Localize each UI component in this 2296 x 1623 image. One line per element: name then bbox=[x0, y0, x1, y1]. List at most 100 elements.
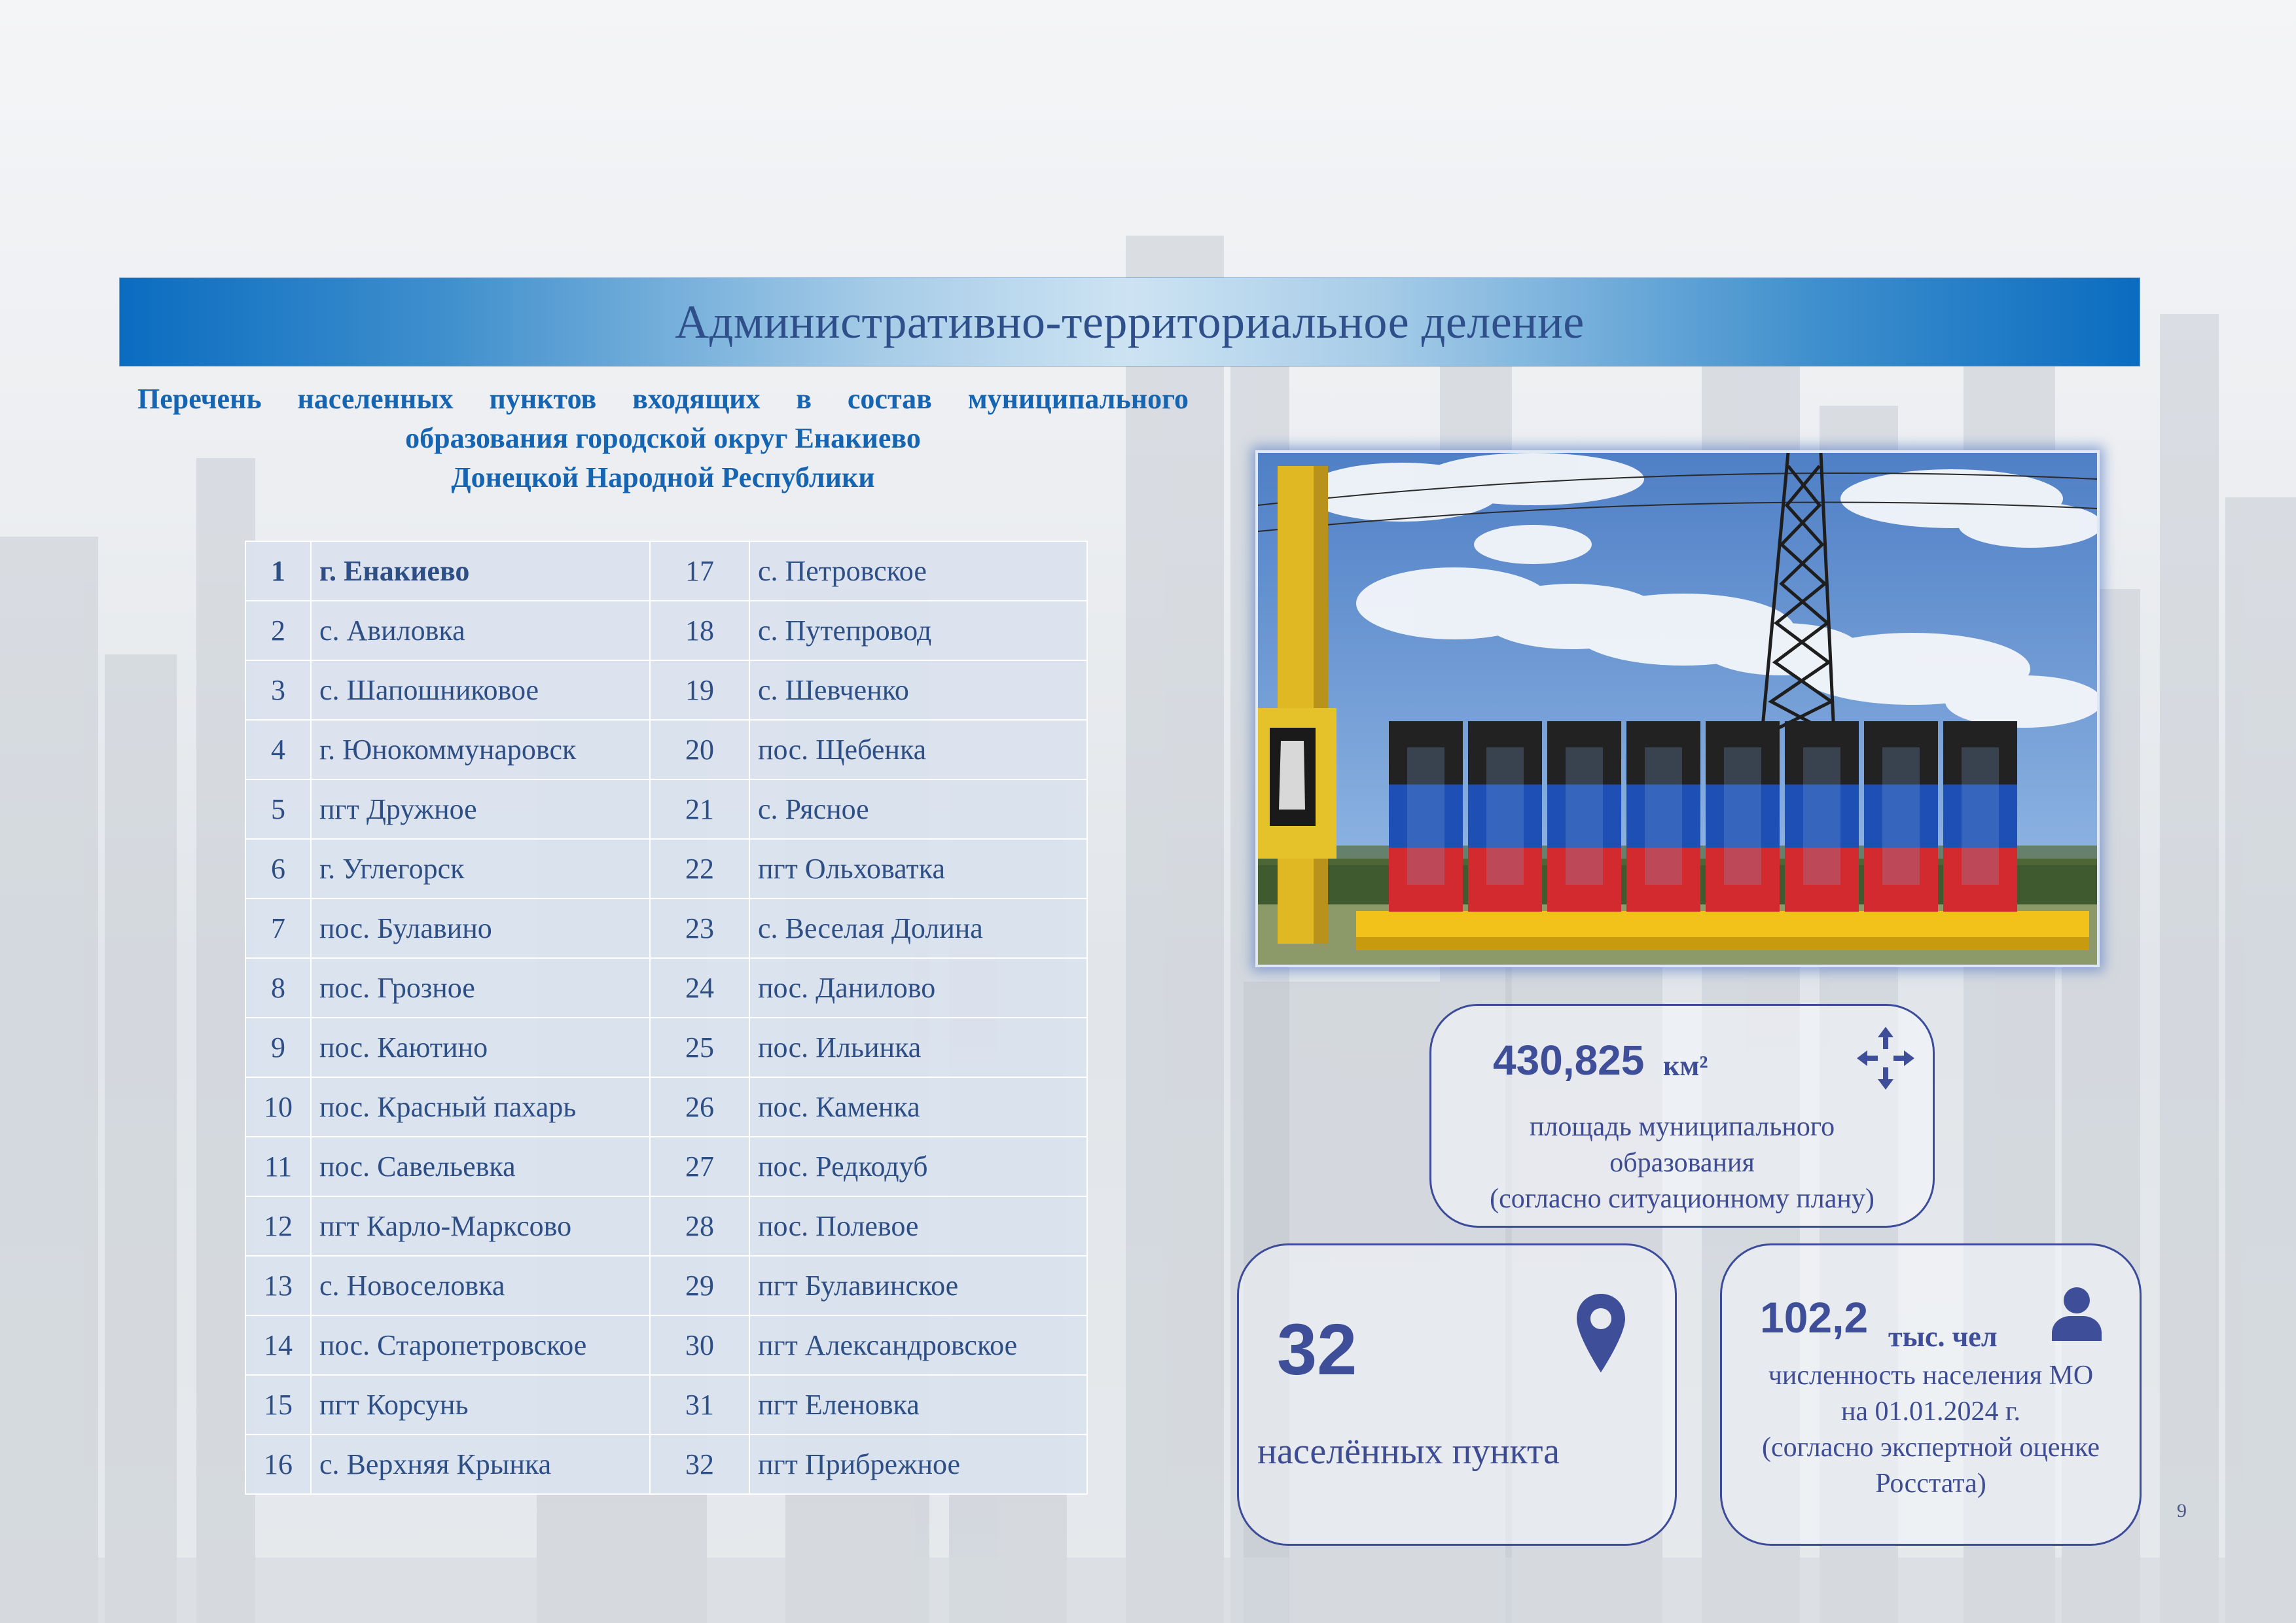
sign-letter bbox=[1785, 721, 1859, 912]
population-desc-line-2: на 01.01.2024 г. bbox=[1840, 1397, 2021, 1427]
row-number-left: 4 bbox=[245, 719, 312, 780]
sign-letter bbox=[1706, 721, 1780, 912]
settlements-count-desc: населённых пункта bbox=[1257, 1431, 1560, 1472]
area-value: 430,825 bbox=[1493, 1037, 1645, 1084]
row-number-right: 20 bbox=[649, 719, 750, 780]
sign-letter bbox=[1468, 721, 1542, 912]
person-icon bbox=[2052, 1287, 2102, 1341]
settlements-table-body: 1 г. Енакиево 17 с. Петровское 2 с. Авиловка 1… bbox=[245, 541, 1088, 1495]
settlement-name-right: с. Веселая Долина bbox=[749, 898, 1088, 959]
row-number-right: 22 bbox=[649, 838, 750, 899]
row-number-right: 31 bbox=[649, 1374, 750, 1435]
settlement-name-right: пгт Прибрежное bbox=[749, 1434, 1088, 1495]
settlement-name-left: г. Енакиево bbox=[310, 541, 651, 601]
population-desc-line-4: Росстата) bbox=[1875, 1469, 1986, 1499]
move-arrows-icon bbox=[1857, 1027, 1914, 1090]
settlements-count-card: 32 населённых пункта bbox=[1237, 1243, 1677, 1546]
settlement-name-left: пгт Корсунь bbox=[310, 1374, 651, 1435]
settlement-name-left: пгт Карло-Марксово bbox=[310, 1196, 651, 1257]
settlement-name-right: с. Путепровод bbox=[749, 600, 1088, 661]
row-number-right: 32 bbox=[649, 1434, 750, 1495]
row-number-left: 2 bbox=[245, 600, 312, 661]
table-row: 3 с. Шапошниковое 19 с. Шевченко bbox=[245, 660, 1088, 721]
row-number-left: 11 bbox=[245, 1136, 312, 1197]
row-number-left: 7 bbox=[245, 898, 312, 959]
settlement-name-right: с. Рясное bbox=[749, 779, 1088, 840]
table-row: 12 пгт Карло-Марксово 28 пос. Полевое bbox=[245, 1196, 1088, 1257]
list-heading-line-1: Перечень населенных пунктов входящих в с… bbox=[137, 383, 1189, 415]
settlement-name-right: с. Шевченко bbox=[749, 660, 1088, 721]
table-row: 7 пос. Булавино 23 с. Веселая Долина bbox=[245, 898, 1088, 959]
row-number-right: 24 bbox=[649, 957, 750, 1018]
row-number-right: 26 bbox=[649, 1077, 750, 1137]
page-number: 9 bbox=[2177, 1500, 2187, 1522]
row-number-left: 15 bbox=[245, 1374, 312, 1435]
settlement-name-left: г. Юнокоммунаровск bbox=[310, 719, 651, 780]
row-number-right: 21 bbox=[649, 779, 750, 840]
settlement-name-right: пос. Редкодуб bbox=[749, 1136, 1088, 1197]
table-row: 11 пос. Савельевка 27 пос. Редкодуб bbox=[245, 1136, 1088, 1197]
settlement-name-left: с. Авиловка bbox=[310, 600, 651, 661]
row-number-right: 28 bbox=[649, 1196, 750, 1257]
area-desc-line-3: (согласно ситуационному плану) bbox=[1490, 1184, 1874, 1214]
settlement-name-right: пос. Ильинка bbox=[749, 1017, 1088, 1078]
sign-letter bbox=[1864, 721, 1938, 912]
sign-letter bbox=[1626, 721, 1700, 912]
sign-letter bbox=[1389, 721, 1463, 912]
settlements-table: 1 г. Енакиево 17 с. Петровское 2 с. Авиловка 1… bbox=[245, 541, 1088, 1495]
settlement-name-left: пос. Булавино bbox=[310, 898, 651, 959]
row-number-right: 29 bbox=[649, 1255, 750, 1316]
list-heading-line-2: образования городской округ Енакиево bbox=[405, 422, 921, 454]
settlement-name-right: пгт Ольховатка bbox=[749, 838, 1088, 899]
row-number-left: 6 bbox=[245, 838, 312, 899]
settlement-name-left: с. Шапошниковое bbox=[310, 660, 651, 721]
settlement-name-left: пос. Красный пахарь bbox=[310, 1077, 651, 1137]
table-row: 15 пгт Корсунь 31 пгт Еленовка bbox=[245, 1374, 1088, 1435]
population-unit: тыс. чел bbox=[1888, 1321, 1998, 1353]
row-number-left: 3 bbox=[245, 660, 312, 721]
row-number-right: 30 bbox=[649, 1315, 750, 1376]
list-heading: Перечень населенных пунктов входящих в с… bbox=[137, 380, 1189, 497]
settlement-name-right: пос. Щебенка bbox=[749, 719, 1088, 780]
population-desc-line-3: (согласно экспертной оценке bbox=[1762, 1433, 2100, 1463]
settlement-name-left: пос. Савельевка bbox=[310, 1136, 651, 1197]
table-row: 8 пос. Грозное 24 пос. Данилово bbox=[245, 957, 1088, 1018]
row-number-left: 16 bbox=[245, 1434, 312, 1495]
settlement-name-left: с. Новоселовка bbox=[310, 1255, 651, 1316]
row-number-left: 9 bbox=[245, 1017, 312, 1078]
settlement-name-left: г. Углегорск bbox=[310, 838, 651, 899]
city-sign-letters bbox=[1389, 721, 2017, 912]
row-number-left: 8 bbox=[245, 957, 312, 1018]
settlements-count-value: 32 bbox=[1277, 1310, 1357, 1390]
settlement-name-left: с. Верхняя Крынка bbox=[310, 1434, 651, 1495]
row-number-left: 13 bbox=[245, 1255, 312, 1316]
table-row: 5 пгт Дружное 21 с. Рясное bbox=[245, 779, 1088, 840]
list-heading-line-3: Донецкой Народной Республики bbox=[451, 461, 875, 493]
city-sign-photo bbox=[1255, 450, 2100, 967]
sign-letter bbox=[1547, 721, 1621, 912]
settlement-name-left: пос. Старопетровское bbox=[310, 1315, 651, 1376]
settlement-name-right: пос. Данилово bbox=[749, 957, 1088, 1018]
row-number-right: 18 bbox=[649, 600, 750, 661]
row-number-right: 19 bbox=[649, 660, 750, 721]
table-row: 14 пос. Старопетровское 30 пгт Александровс… bbox=[245, 1315, 1088, 1376]
row-number-left: 10 bbox=[245, 1077, 312, 1137]
table-row: 16 с. Верхняя Крынка 32 пгт Прибрежное bbox=[245, 1434, 1088, 1495]
settlement-name-right: пгт Булавинское bbox=[749, 1255, 1088, 1316]
area-desc-line-2: образования bbox=[1609, 1148, 1755, 1178]
table-row: 4 г. Юнокоммунаровск 20 пос. Щебенка bbox=[245, 719, 1088, 780]
row-number-left: 14 bbox=[245, 1315, 312, 1376]
sign-letter bbox=[1943, 721, 2017, 912]
table-row: 10 пос. Красный пахарь 26 пос. Каменка bbox=[245, 1077, 1088, 1137]
settlement-name-right: пгт Александровское bbox=[749, 1315, 1088, 1376]
page-title: Административно-территориальное деление bbox=[675, 295, 1585, 348]
table-row: 6 г. Углегорск 22 пгт Ольховатка bbox=[245, 838, 1088, 899]
row-number-left: 12 bbox=[245, 1196, 312, 1257]
settlement-name-left: пос. Грозное bbox=[310, 957, 651, 1018]
population-card: 102,2 тыс. чел численность населения МО … bbox=[1720, 1243, 2142, 1546]
table-row: 2 с. Авиловка 18 с. Путепровод bbox=[245, 600, 1088, 661]
map-pin-icon bbox=[1577, 1294, 1625, 1372]
row-number-right: 27 bbox=[649, 1136, 750, 1197]
table-row: 13 с. Новоселовка 29 пгт Булавинское bbox=[245, 1255, 1088, 1316]
table-row: 9 пос. Каютино 25 пос. Ильинка bbox=[245, 1017, 1088, 1078]
